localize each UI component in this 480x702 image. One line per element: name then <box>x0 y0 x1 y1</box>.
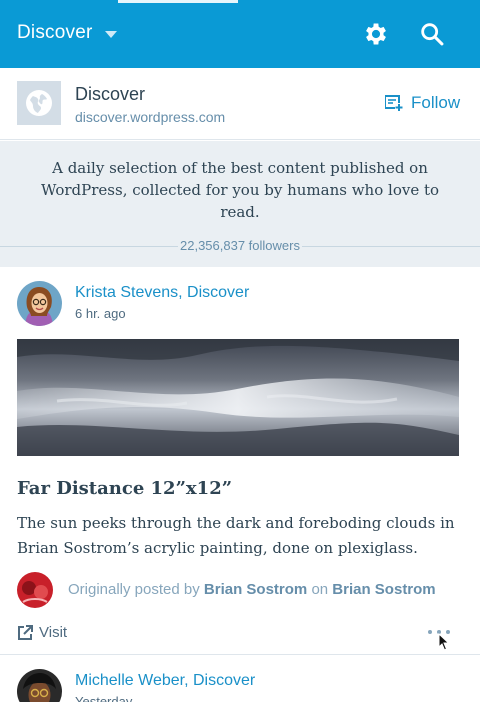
avatar[interactable] <box>17 281 62 326</box>
original-author-link[interactable]: Brian Sostrom <box>204 581 307 598</box>
post-title[interactable]: Far Distance 12”x12” <box>17 478 232 499</box>
on-word: on <box>311 581 329 598</box>
settings-button[interactable] <box>362 20 390 48</box>
site-url[interactable]: discover.wordpress.com <box>75 109 225 125</box>
site-name[interactable]: Discover <box>75 84 145 105</box>
ellipsis-icon <box>428 630 432 634</box>
search-icon <box>421 23 444 46</box>
follow-label: Follow <box>411 93 461 112</box>
visit-label: Visit <box>39 624 68 641</box>
featured-image[interactable] <box>17 339 459 456</box>
originally-posted-by: Originally posted by Brian Sostrom on Br… <box>68 581 436 598</box>
post-time[interactable]: 6 hr. ago <box>75 306 126 321</box>
site-switcher[interactable]: Discover <box>17 22 117 44</box>
post-author[interactable]: Krista Stevens, Discover <box>75 284 249 302</box>
author-avatar-image <box>17 669 62 702</box>
search-button[interactable] <box>418 20 446 48</box>
follow-button[interactable]: Follow <box>385 93 460 113</box>
toolbar-title: Discover <box>17 22 93 43</box>
originally-posted-by-prefix: Originally posted by <box>68 581 200 598</box>
follower-count-text: 22,356,837 followers <box>178 238 302 253</box>
site-icon[interactable] <box>17 81 61 125</box>
painting-image <box>17 339 459 456</box>
post-card: Michelle Weber, Discover Yesterday <box>0 656 480 702</box>
post-excerpt: The sun peeks through the dark and foreb… <box>17 514 455 557</box>
tab-indicator <box>118 0 238 3</box>
site-header: Discover discover.wordpress.com Follow <box>0 68 480 140</box>
chevron-down-icon <box>104 30 117 38</box>
app-toolbar: Discover <box>0 0 480 68</box>
post-card: Krista Stevens, Discover 6 hr. ago Far D… <box>0 267 480 655</box>
post-time[interactable]: Yesterday <box>75 694 132 702</box>
reader-follow-icon <box>385 95 403 111</box>
avatar[interactable] <box>17 669 62 702</box>
site-description: A daily selection of the best content pu… <box>40 159 440 221</box>
original-site-link[interactable]: Brian Sostrom <box>332 581 435 598</box>
mouse-cursor-icon <box>438 633 450 651</box>
post-author[interactable]: Michelle Weber, Discover <box>75 672 255 690</box>
external-link-icon <box>18 624 33 640</box>
globe-icon <box>26 90 52 116</box>
avatar[interactable] <box>17 572 53 608</box>
gear-icon <box>366 23 386 45</box>
visit-button[interactable]: Visit <box>17 624 67 641</box>
original-author-avatar-image <box>17 572 53 608</box>
author-avatar-image <box>17 281 62 326</box>
follower-count: 22,356,837 followers <box>0 238 480 253</box>
